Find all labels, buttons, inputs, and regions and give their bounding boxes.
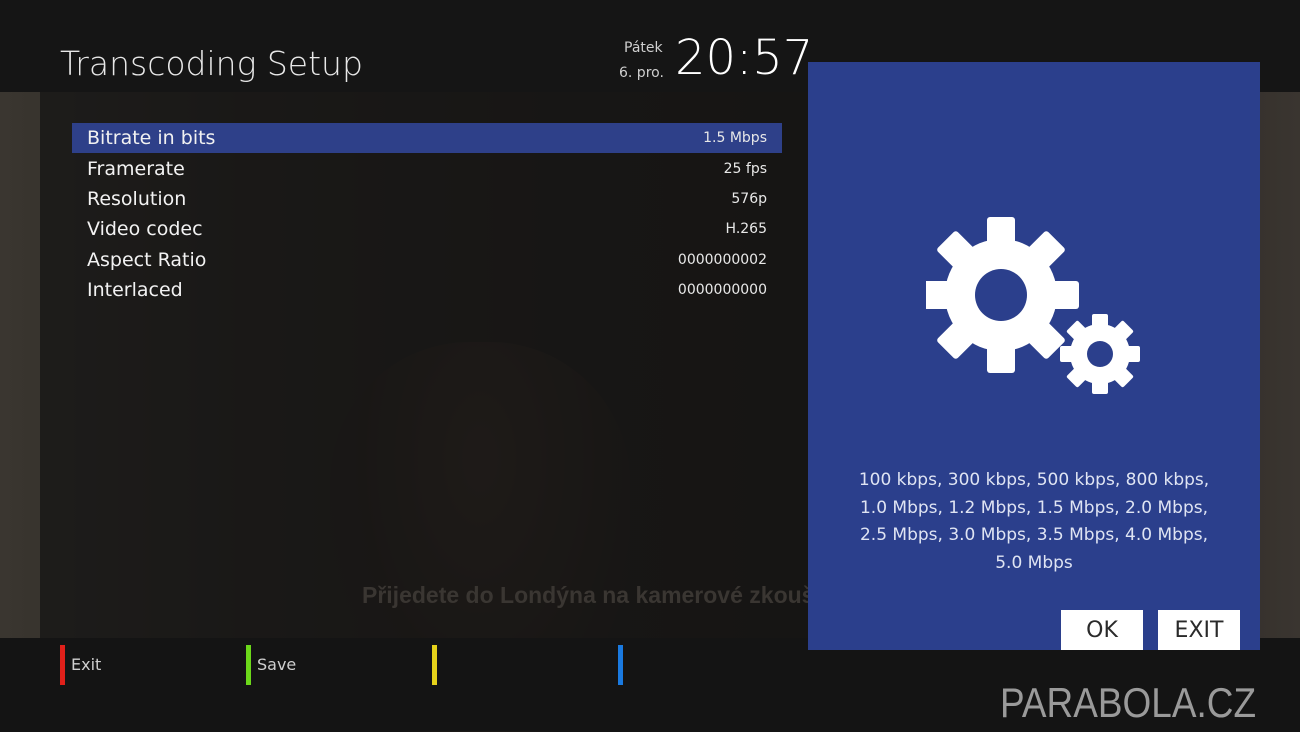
menu-item-label: Resolution [87, 187, 187, 210]
menu-item-value: H.265 [725, 221, 767, 238]
red-key-label: Exit [71, 655, 102, 674]
menu-item-bitrate[interactable]: Bitrate in bits 1.5 Mbps [72, 123, 782, 154]
help-text: 100 kbps, 300 kbps, 500 kbps, 800 kbps, … [858, 470, 1210, 573]
green-key-indicator[interactable] [246, 645, 251, 685]
page-title: Transcoding Setup [60, 44, 363, 83]
menu-item-value: 576p [731, 190, 767, 207]
menu-item-label: Framerate [87, 157, 185, 180]
menu-item-video-codec[interactable]: Video codec H.265 [72, 214, 782, 244]
yellow-key-indicator[interactable] [432, 645, 437, 685]
info-panel: 100 kbps, 300 kbps, 500 kbps, 800 kbps, … [808, 62, 1260, 650]
menu-item-framerate[interactable]: Framerate 25 fps [72, 153, 782, 183]
menu-item-label: Bitrate in bits [87, 127, 216, 150]
menu-item-value: 0000000002 [677, 251, 767, 268]
clock-time: 20:57 [675, 30, 814, 86]
menu-item-value: 25 fps [723, 160, 767, 177]
exit-button[interactable]: EXIT [1158, 610, 1240, 650]
menu-item-interlaced[interactable]: Interlaced 0000000000 [72, 275, 782, 305]
green-key-label: Save [257, 655, 297, 674]
menu-item-aspect-ratio[interactable]: Aspect Ratio 0000000002 [72, 245, 782, 275]
menu-item-label: Video codec [87, 218, 203, 241]
gears-icon [926, 217, 1140, 394]
menu-item-value: 1.5 Mbps [703, 130, 767, 147]
settings-menu: Bitrate in bits 1.5 Mbps Framerate 25 fp… [72, 123, 782, 305]
video-subtitle: Přijedete do Londýna na kamerové zkoušky… [362, 582, 845, 608]
ok-button[interactable]: OK [1061, 610, 1143, 650]
menu-item-resolution[interactable]: Resolution 576p [72, 184, 782, 214]
menu-item-value: 0000000000 [677, 282, 767, 299]
red-key-indicator[interactable] [60, 645, 65, 685]
watermark: PARABOLA.CZ [1000, 679, 1257, 726]
menu-item-label: Aspect Ratio [87, 248, 207, 271]
clock-date: 6. pro. [619, 65, 664, 81]
menu-item-label: Interlaced [87, 279, 183, 302]
clock-day: Pátek [624, 40, 663, 56]
blue-key-indicator[interactable] [618, 645, 623, 685]
